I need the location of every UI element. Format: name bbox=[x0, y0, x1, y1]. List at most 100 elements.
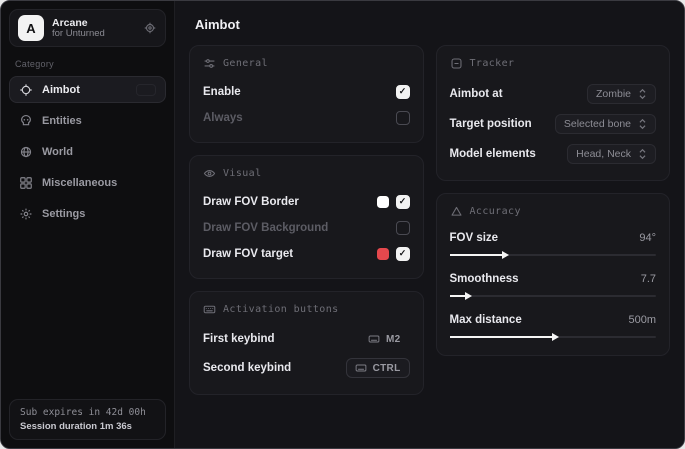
gear-icon bbox=[19, 207, 33, 221]
second-keybind-button[interactable]: CTRL bbox=[346, 358, 410, 378]
general-card-header: General bbox=[203, 57, 410, 70]
crosshair-settings-icon[interactable] bbox=[143, 21, 157, 35]
setting-label: First keybind bbox=[203, 333, 275, 345]
sidebar-item-miscellaneous[interactable]: Miscellaneous bbox=[9, 169, 166, 196]
keybind-hint-chip bbox=[136, 84, 156, 96]
slider-label: Smoothness bbox=[450, 273, 519, 285]
draw-fov-target-checkbox[interactable]: ✓ bbox=[396, 247, 410, 261]
keybind-value: CTRL bbox=[373, 363, 401, 374]
tracker-card: Tracker Aimbot at Zombie bbox=[436, 45, 671, 181]
smoothness-slider[interactable] bbox=[450, 291, 657, 301]
aimbot-at-dropdown[interactable]: Zombie bbox=[587, 84, 656, 104]
card-title: Activation buttons bbox=[223, 304, 339, 315]
setting-row: First keybind M2 bbox=[203, 326, 410, 352]
card-title: Accuracy bbox=[470, 206, 521, 217]
sidebar-item-label: Entities bbox=[42, 115, 82, 127]
card-title: General bbox=[223, 58, 268, 69]
sidebar-nav: Aimbot Entities bbox=[9, 76, 166, 227]
activation-card-header: Activation buttons bbox=[203, 303, 410, 316]
slider-label: Max distance bbox=[450, 314, 522, 326]
slider-fill bbox=[450, 295, 467, 297]
slider-value: 7.7 bbox=[641, 273, 656, 285]
sidebar-item-world[interactable]: World bbox=[9, 138, 166, 165]
dropdown-value: Head, Neck bbox=[576, 148, 631, 160]
max-distance-group: Max distance 500m bbox=[450, 310, 657, 342]
setting-label: Enable bbox=[203, 86, 241, 98]
color-swatch[interactable] bbox=[377, 196, 389, 208]
brand-name: Arcane bbox=[52, 17, 135, 29]
session-duration-text: Session duration 1m 36s bbox=[20, 421, 155, 432]
target-position-dropdown[interactable]: Selected bone bbox=[555, 114, 656, 134]
slider-fill bbox=[450, 254, 504, 256]
skull-icon bbox=[19, 114, 33, 128]
fov-size-slider[interactable] bbox=[450, 250, 657, 260]
left-column: General Enable ✓ Always bbox=[189, 45, 424, 395]
grid-icon bbox=[19, 176, 33, 190]
chevron-up-down-icon bbox=[638, 148, 647, 160]
globe-icon bbox=[19, 145, 33, 159]
sidebar: A Arcane for Unturned Category bbox=[1, 1, 175, 448]
slider-value: 94° bbox=[639, 232, 656, 244]
accuracy-card-header: Accuracy bbox=[450, 205, 657, 218]
fov-size-group: FOV size 94° bbox=[450, 228, 657, 260]
dropdown-value: Selected bone bbox=[564, 118, 631, 130]
setting-row: Target position Selected bone bbox=[450, 110, 657, 137]
setting-label: Target position bbox=[450, 118, 532, 130]
sidebar-item-aimbot[interactable]: Aimbot bbox=[9, 76, 166, 103]
always-checkbox[interactable] bbox=[396, 111, 410, 125]
setting-label: Aimbot at bbox=[450, 88, 503, 100]
setting-label: Second keybind bbox=[203, 362, 291, 374]
card-title: Visual bbox=[223, 168, 262, 179]
accuracy-card: Accuracy FOV size 94° bbox=[436, 193, 671, 356]
keyboard-icon bbox=[355, 362, 367, 374]
sidebar-item-entities[interactable]: Entities bbox=[9, 107, 166, 134]
crosshair-icon bbox=[19, 83, 33, 97]
setting-label: Draw FOV Background bbox=[203, 222, 328, 234]
setting-row: Model elements Head, Neck bbox=[450, 140, 657, 167]
general-card: General Enable ✓ Always bbox=[189, 45, 424, 143]
dropdown-value: Zombie bbox=[596, 88, 631, 100]
main-content: Aimbot General bbox=[175, 1, 684, 448]
brand-subtitle: for Unturned bbox=[52, 29, 135, 40]
sidebar-item-label: Aimbot bbox=[42, 84, 80, 96]
app-window: A Arcane for Unturned Category bbox=[0, 0, 685, 449]
visual-card: Visual Draw FOV Border ✓ Draw FOV Backgr… bbox=[189, 155, 424, 279]
triangle-icon bbox=[450, 205, 463, 218]
category-label: Category bbox=[15, 59, 160, 69]
chevron-up-down-icon bbox=[638, 118, 647, 130]
setting-label: Draw FOV target bbox=[203, 248, 293, 260]
draw-fov-border-checkbox[interactable]: ✓ bbox=[396, 195, 410, 209]
sidebar-item-label: Miscellaneous bbox=[42, 177, 117, 189]
max-distance-slider[interactable] bbox=[450, 332, 657, 342]
enable-checkbox[interactable]: ✓ bbox=[396, 85, 410, 99]
subscription-info-card: Sub expires in 42d 00h Session duration … bbox=[9, 399, 166, 440]
card-title: Tracker bbox=[470, 58, 515, 69]
sidebar-item-settings[interactable]: Settings bbox=[9, 200, 166, 227]
setting-row: Always bbox=[203, 106, 410, 129]
right-column: Tracker Aimbot at Zombie bbox=[436, 45, 671, 356]
chevron-up-down-icon bbox=[638, 88, 647, 100]
sidebar-item-label: World bbox=[42, 146, 73, 158]
draw-fov-background-checkbox[interactable] bbox=[396, 221, 410, 235]
sliders-icon bbox=[203, 57, 216, 70]
page-title: Aimbot bbox=[195, 17, 670, 32]
setting-row: Enable ✓ bbox=[203, 80, 410, 103]
visual-card-header: Visual bbox=[203, 167, 410, 180]
sidebar-item-label: Settings bbox=[42, 208, 85, 220]
setting-label: Always bbox=[203, 112, 243, 124]
keyboard-icon bbox=[203, 303, 216, 316]
setting-label: Model elements bbox=[450, 148, 536, 160]
setting-row: Draw FOV target ✓ bbox=[203, 242, 410, 265]
eye-icon bbox=[203, 167, 216, 180]
brand-text: Arcane for Unturned bbox=[52, 17, 135, 40]
model-elements-dropdown[interactable]: Head, Neck bbox=[567, 144, 656, 164]
slider-fill bbox=[450, 336, 553, 338]
setting-label: Draw FOV Border bbox=[203, 196, 299, 208]
brand-card: A Arcane for Unturned bbox=[9, 9, 166, 47]
smoothness-group: Smoothness 7.7 bbox=[450, 269, 657, 301]
activation-buttons-card: Activation buttons First keybind M2 bbox=[189, 291, 424, 395]
setting-row: Draw FOV Border ✓ bbox=[203, 190, 410, 213]
keyboard-icon bbox=[368, 333, 380, 345]
color-swatch[interactable] bbox=[377, 248, 389, 260]
first-keybind-button[interactable]: M2 bbox=[359, 329, 410, 349]
